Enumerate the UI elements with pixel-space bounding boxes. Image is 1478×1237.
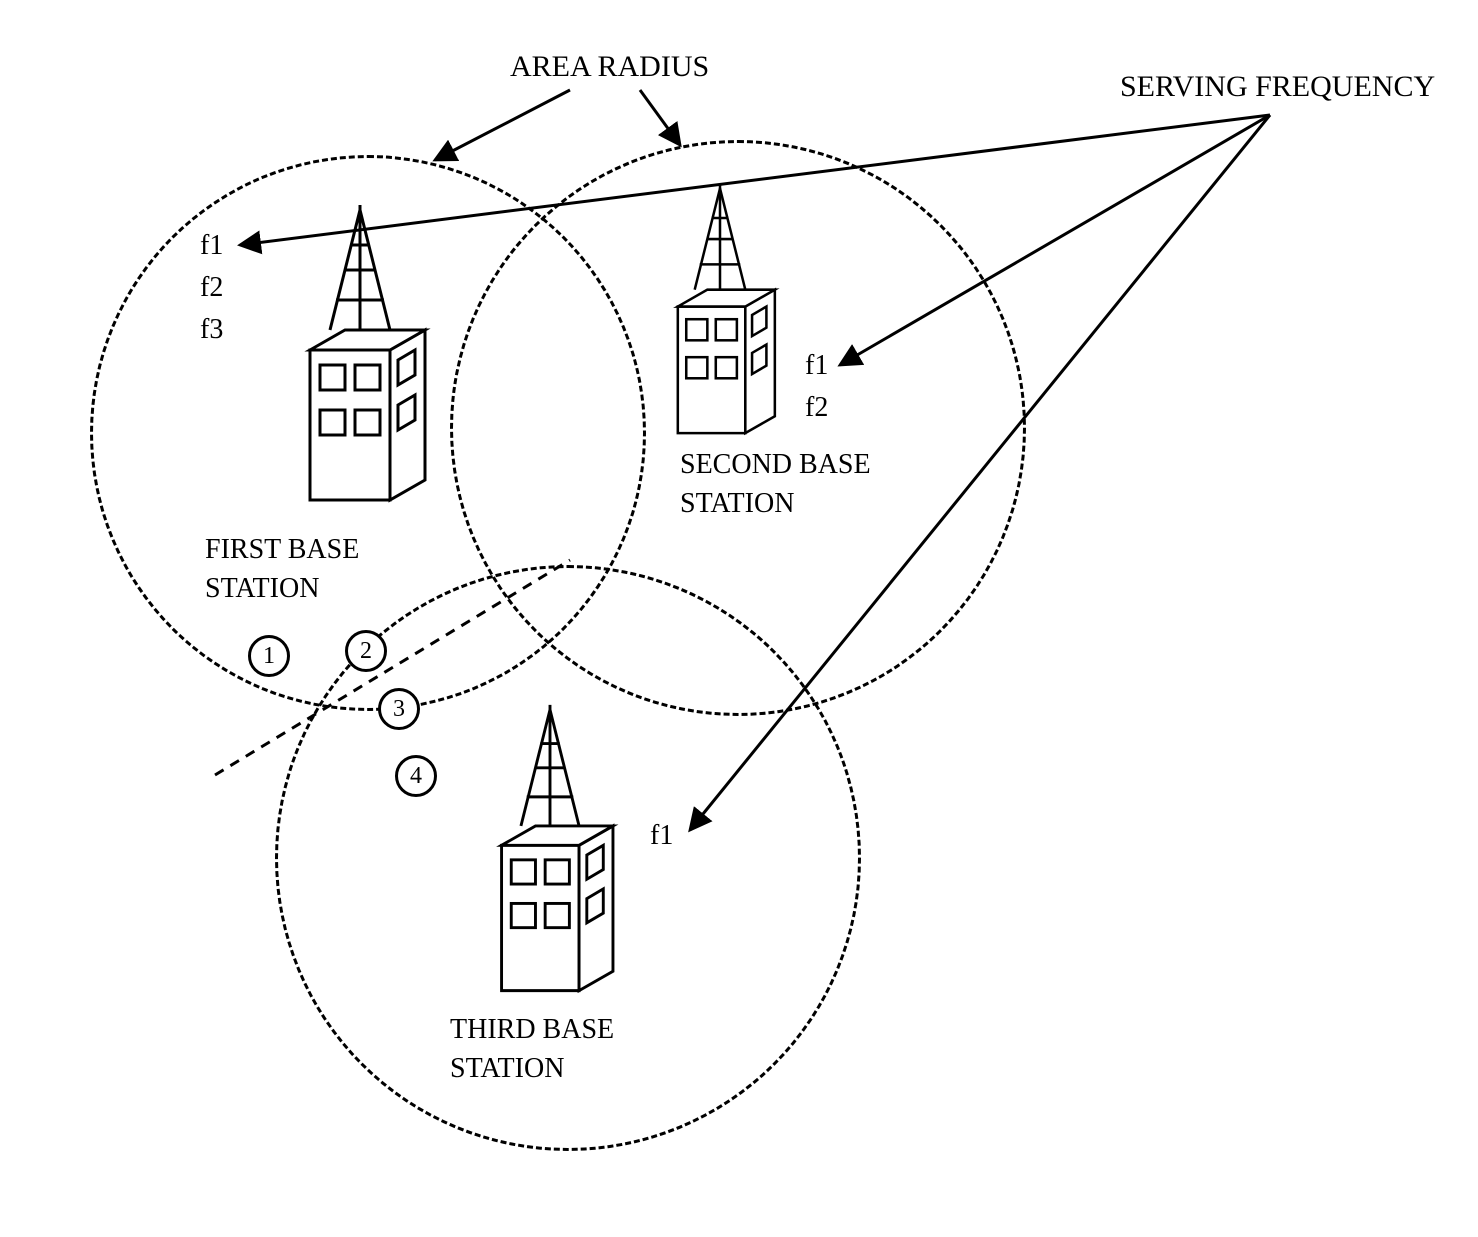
third-base-station-icon <box>470 700 630 1010</box>
third-station-label: THIRD BASE STATION <box>450 1010 614 1088</box>
point-1: 1 <box>248 635 290 677</box>
first-base-station-icon <box>280 200 440 520</box>
point-3: 3 <box>378 688 420 730</box>
freq-f2: f2 <box>200 267 223 309</box>
freq-f3: f3 <box>200 309 223 351</box>
first-station-frequencies: f1 f2 f3 <box>200 225 223 351</box>
freq-f1: f1 <box>200 225 223 267</box>
second-station-frequencies: f1 f2 <box>805 345 828 429</box>
second-base-station-icon <box>640 180 800 450</box>
first-station-label: FIRST BASE STATION <box>205 530 359 608</box>
area-radius-arrow-2 <box>640 90 680 145</box>
area-radius-arrow-1 <box>435 90 570 160</box>
area-radius-label: AREA RADIUS <box>510 50 709 84</box>
point-2: 2 <box>345 630 387 672</box>
diagram-container: AREA RADIUS SERVING FREQUENCY f1 f2 f3 f… <box>0 0 1478 1237</box>
point-4: 4 <box>395 755 437 797</box>
second-station-label: SECOND BASE STATION <box>680 445 871 523</box>
freq-f1: f1 <box>805 345 828 387</box>
freq-f2: f2 <box>805 387 828 429</box>
serving-frequency-label: SERVING FREQUENCY <box>1120 70 1435 104</box>
third-station-frequencies: f1 <box>650 815 673 857</box>
freq-f1: f1 <box>650 815 673 857</box>
